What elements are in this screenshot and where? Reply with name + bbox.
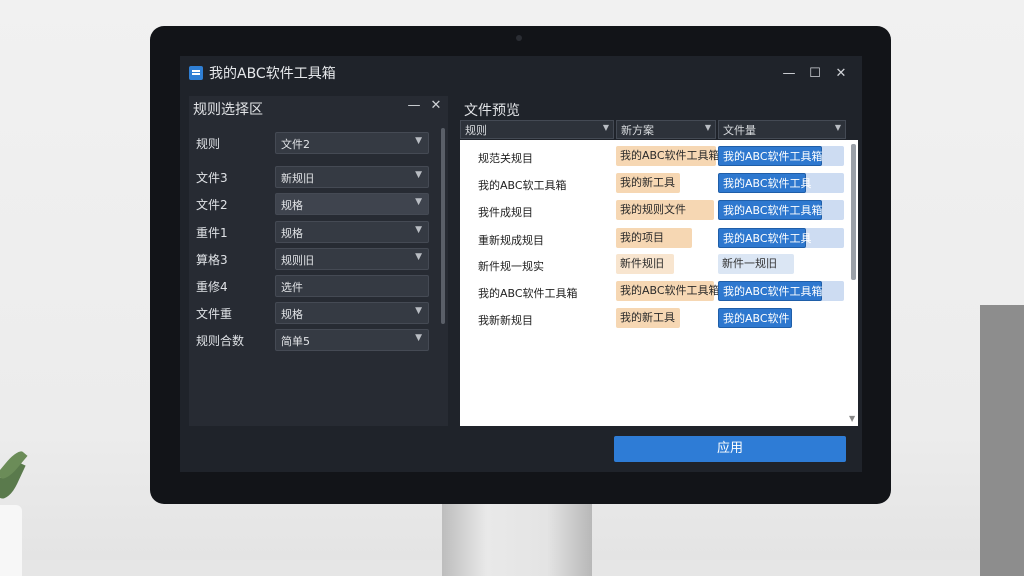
chevron-down-icon: ▼ (415, 306, 422, 316)
rule-row: 算格3 规则旧 ▼ (196, 248, 432, 270)
rule-select[interactable]: 文件2 ▼ (275, 132, 429, 154)
rule-row: 重件1 规格 ▼ (196, 221, 432, 243)
window-controls: — ☐ ✕ (776, 56, 854, 90)
app-title: 我的ABC软件工具箱 (209, 66, 336, 82)
background-object (980, 305, 1024, 576)
close-button[interactable]: ✕ (828, 66, 854, 81)
list-item-name: 重新规成规目 (478, 234, 544, 247)
preview-scrollbar[interactable] (851, 144, 856, 280)
row-label: 重修4 (196, 280, 228, 294)
rule-row: 文件2 规格 ▼ (196, 193, 432, 215)
app-icon (189, 66, 203, 80)
select-value: 文件2 (281, 138, 310, 151)
rule-row: 规则 文件2 ▼ (196, 132, 432, 154)
chevron-down-icon: ▼ (602, 123, 609, 132)
column-header-new[interactable]: 新方案 ▼ (616, 120, 716, 139)
chevron-down-icon: ▼ (415, 170, 422, 180)
select-value: 规格 (281, 199, 303, 212)
target-chip[interactable]: 新件一规旧 (718, 254, 794, 274)
header-label: 规则 (465, 124, 487, 137)
row-label: 文件重 (196, 307, 233, 321)
rule-row: 规则合数 简单5 ▼ (196, 329, 432, 351)
preview-title: 文件预览 (464, 103, 520, 119)
scroll-down-icon[interactable]: ▼ (849, 414, 855, 423)
select-value: 选件 (281, 281, 303, 294)
list-item-name: 我的ABC软工具箱 (478, 179, 567, 192)
target-chip[interactable]: 我的ABC软件工具箱 (718, 281, 823, 301)
monitor-stand (442, 500, 592, 576)
chevron-down-icon: ▼ (415, 252, 422, 262)
panel-minimize-button[interactable]: — (406, 98, 422, 113)
rule-select[interactable]: 规格 ▼ (275, 193, 429, 215)
chevron-down-icon: ▼ (415, 136, 422, 146)
minimize-button[interactable]: — (776, 66, 802, 81)
rule-select[interactable]: 新规旧 ▼ (275, 166, 429, 188)
row-label: 规则合数 (196, 334, 245, 348)
rule-row: 重修4 选件 (196, 275, 432, 297)
tag-chip: 我的规则文件 (616, 200, 714, 220)
list-item-name: 我件成规目 (478, 206, 533, 219)
target-chip[interactable]: 我的ABC软件工具箱 (718, 200, 823, 220)
column-header-rule[interactable]: 规则 ▼ (460, 120, 614, 139)
chevron-down-icon: ▼ (415, 197, 422, 207)
list-item-name: 规范关规目 (478, 152, 533, 165)
select-value: 规则旧 (281, 254, 314, 267)
rule-select[interactable]: 规则旧 ▼ (275, 248, 429, 270)
tag-chip: 我的新工具 (616, 308, 680, 328)
row-label: 重件1 (196, 226, 228, 240)
target-chip[interactable]: 我的ABC软件工具 (718, 173, 812, 193)
rule-select[interactable]: 简单5 ▼ (275, 329, 429, 351)
tag-chip: 新件规旧 (616, 254, 674, 274)
apply-button[interactable]: 应用 (614, 436, 846, 462)
rule-selection-panel: 规则选择区 — ✕ 规则 文件2 ▼ 文件3 新规旧 ▼ 文件2 规格 ▼ 重件… (189, 96, 448, 426)
chevron-down-icon: ▼ (704, 123, 711, 132)
row-label: 文件2 (196, 198, 228, 212)
chevron-down-icon: ▼ (834, 123, 841, 132)
chevron-down-icon: ▼ (415, 225, 422, 235)
rule-select[interactable]: 规格 ▼ (275, 302, 429, 324)
app-window: 我的ABC软件工具箱 — ☐ ✕ 规则选择区 — ✕ 规则 文件2 ▼ 文件3 … (180, 56, 862, 472)
tag-chip: 我的新工具 (616, 173, 680, 193)
list-item-name: 新件规一规实 (478, 260, 544, 273)
header-label: 文件量 (723, 124, 756, 137)
row-label: 规则 (196, 137, 221, 151)
rule-input[interactable]: 选件 (275, 275, 429, 297)
column-header-count[interactable]: 文件量 ▼ (718, 120, 846, 139)
target-chip[interactable]: 我的ABC软件 (718, 308, 792, 328)
select-value: 规格 (281, 308, 303, 321)
title-bar: 我的ABC软件工具箱 — ☐ ✕ (180, 56, 862, 90)
list-item-name: 我的ABC软件工具箱 (478, 287, 578, 300)
preview-list: 规范关规目 我的ABC软件工具箱 我的ABC软件工具箱 我的ABC软工具箱 我的… (460, 140, 858, 426)
rule-select[interactable]: 规格 ▼ (275, 221, 429, 243)
select-value: 规格 (281, 227, 303, 240)
header-label: 新方案 (621, 124, 654, 137)
target-chip[interactable]: 我的ABC软件工具箱 (718, 146, 823, 166)
rule-row: 文件重 规格 ▼ (196, 302, 432, 324)
tag-chip: 我的ABC软件工具箱 (616, 281, 720, 301)
list-item-name: 我新新规目 (478, 314, 533, 327)
tag-chip: 我的项目 (616, 228, 692, 248)
panel-close-button[interactable]: ✕ (428, 98, 444, 113)
maximize-button[interactable]: ☐ (802, 66, 828, 81)
select-value: 新规旧 (281, 172, 314, 185)
row-label: 文件3 (196, 171, 228, 185)
webcam (516, 35, 522, 41)
rule-row: 文件3 新规旧 ▼ (196, 166, 432, 188)
row-label: 算格3 (196, 253, 228, 267)
panel-title: 规则选择区 (193, 102, 263, 118)
chevron-down-icon: ▼ (415, 333, 422, 343)
plant-pot (0, 505, 22, 576)
left-scrollbar[interactable] (441, 128, 445, 324)
select-value: 简单5 (281, 335, 310, 348)
target-chip[interactable]: 我的ABC软件工具 (718, 228, 812, 248)
tag-chip: 我的ABC软件工具箱 (616, 146, 720, 166)
